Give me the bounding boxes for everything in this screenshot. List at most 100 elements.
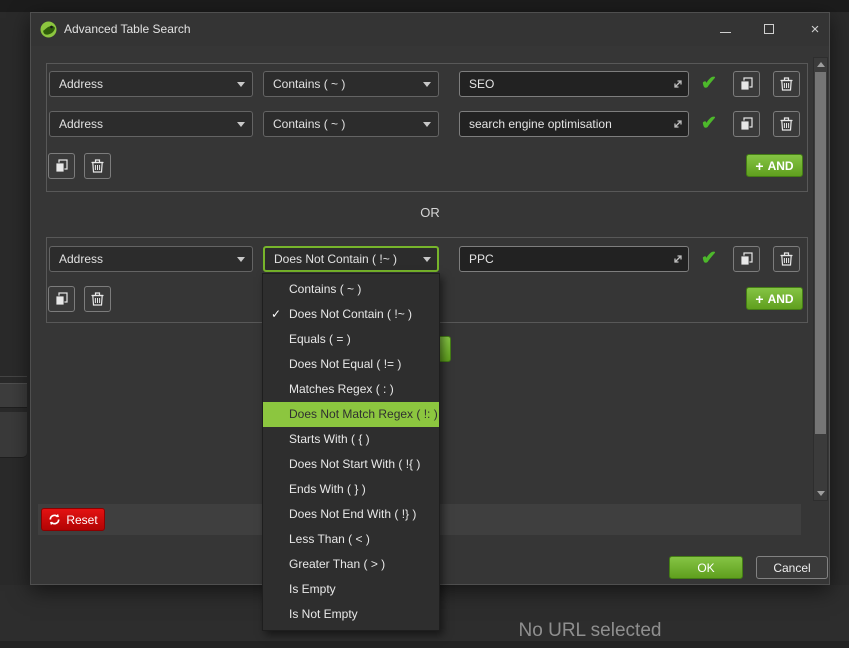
condition-row: Address Does Not Contain ( !~ ) ✔ — [31, 246, 829, 272]
duplicate-row-button[interactable] — [733, 111, 760, 137]
field-dropdown[interactable]: Address — [49, 71, 253, 97]
add-and-button[interactable]: + AND — [746, 287, 803, 310]
menu-item-does-not-equal[interactable]: Does Not Equal ( != ) — [263, 352, 439, 377]
menu-item-greater-than[interactable]: Greater Than ( > ) — [263, 552, 439, 577]
plus-icon: + — [755, 292, 763, 306]
chevron-down-icon — [423, 257, 431, 262]
delete-group-button[interactable] — [84, 153, 111, 179]
maximize-icon — [764, 24, 774, 34]
search-value-input[interactable] — [459, 246, 689, 272]
menu-item-label: Equals ( = ) — [289, 332, 351, 346]
operator-dropdown[interactable]: Contains ( ~ ) — [263, 111, 439, 137]
operator-dropdown[interactable]: Contains ( ~ ) — [263, 71, 439, 97]
close-icon: × — [811, 21, 820, 38]
chevron-down-icon — [423, 122, 431, 127]
menu-item-matches-regex[interactable]: Matches Regex ( : ) — [263, 377, 439, 402]
valid-pattern-check-icon: ✔ — [697, 113, 721, 135]
or-separator-label: OR — [31, 205, 829, 220]
delete-group-button[interactable] — [84, 286, 111, 312]
add-and-label: AND — [768, 159, 794, 173]
background-bottom-edge — [0, 641, 849, 648]
trash-icon — [780, 117, 793, 131]
condition-row: Address Contains ( ~ ) ✔ — [31, 111, 829, 137]
trash-icon — [780, 252, 793, 266]
duplicate-group-button[interactable] — [48, 286, 75, 312]
arrow-up-icon — [817, 62, 825, 67]
background-top-strip — [0, 0, 849, 12]
search-value-field-wrap — [459, 71, 689, 97]
delete-row-button[interactable] — [773, 246, 800, 272]
duplicate-row-button[interactable] — [733, 246, 760, 272]
menu-item-label: Does Not Equal ( != ) — [289, 357, 401, 371]
expand-editor-icon[interactable] — [672, 118, 684, 130]
field-dropdown[interactable]: Address — [49, 111, 253, 137]
app-logo-icon — [40, 21, 57, 38]
search-value-field-wrap — [459, 246, 689, 272]
menu-item-label: Contains ( ~ ) — [289, 282, 361, 296]
menu-item-does-not-contain[interactable]: ✓ Does Not Contain ( !~ ) — [263, 302, 439, 327]
menu-item-starts-with[interactable]: Starts With ( { ) — [263, 427, 439, 452]
background-panel-fragment — [0, 383, 27, 408]
field-dropdown-value: Address — [59, 252, 103, 266]
background-panel-divider — [0, 376, 27, 377]
menu-item-is-not-empty[interactable]: Is Not Empty — [263, 602, 439, 627]
scroll-up-button[interactable] — [814, 58, 827, 71]
reset-refresh-icon — [48, 513, 61, 526]
menu-item-contains[interactable]: Contains ( ~ ) — [263, 277, 439, 302]
dialog-titlebar[interactable]: Advanced Table Search × — [31, 13, 829, 46]
menu-item-does-not-end-with[interactable]: Does Not End With ( !} ) — [263, 502, 439, 527]
duplicate-group-button[interactable] — [48, 153, 75, 179]
operator-dropdown-value: Contains ( ~ ) — [273, 77, 345, 91]
copy-icon — [739, 252, 754, 266]
cancel-button[interactable]: Cancel — [756, 556, 828, 579]
chevron-down-icon — [237, 257, 245, 262]
menu-item-less-than[interactable]: Less Than ( < ) — [263, 527, 439, 552]
group-actions-row: + AND — [31, 153, 829, 179]
delete-row-button[interactable] — [773, 71, 800, 97]
operator-dropdown-open[interactable]: Does Not Contain ( !~ ) — [263, 246, 439, 272]
reset-button[interactable]: Reset — [41, 508, 105, 531]
chevron-down-icon — [237, 82, 245, 87]
valid-pattern-check-icon: ✔ — [697, 248, 721, 270]
menu-item-does-not-start-with[interactable]: Does Not Start With ( !{ ) — [263, 452, 439, 477]
search-value-field-wrap — [459, 111, 689, 137]
scroll-down-button[interactable] — [814, 487, 827, 500]
operator-dropdown-value: Does Not Contain ( !~ ) — [274, 252, 397, 266]
chevron-down-icon — [423, 82, 431, 87]
ok-label: OK — [697, 561, 714, 575]
menu-item-equals[interactable]: Equals ( = ) — [263, 327, 439, 352]
close-button[interactable]: × — [799, 17, 831, 41]
search-value-input[interactable] — [459, 111, 689, 137]
copy-icon — [739, 117, 754, 131]
duplicate-row-button[interactable] — [733, 71, 760, 97]
maximize-button[interactable] — [753, 17, 785, 41]
menu-item-is-empty[interactable]: Is Empty — [263, 577, 439, 602]
field-dropdown-value: Address — [59, 117, 103, 131]
add-and-button[interactable]: + AND — [746, 154, 803, 177]
minimize-button[interactable] — [709, 17, 741, 41]
menu-item-label: Does Not Start With ( !{ ) — [289, 457, 420, 471]
expand-editor-icon[interactable] — [672, 78, 684, 90]
menu-item-label: Does Not Contain ( !~ ) — [289, 307, 412, 321]
menu-item-label: Less Than ( < ) — [289, 532, 370, 546]
scrollbar-thumb[interactable] — [815, 72, 826, 434]
menu-item-ends-with[interactable]: Ends With ( } ) — [263, 477, 439, 502]
expand-editor-icon[interactable] — [672, 253, 684, 265]
menu-item-label: Is Not Empty — [289, 607, 358, 621]
check-icon: ✓ — [271, 302, 281, 327]
vertical-scrollbar[interactable] — [813, 57, 828, 501]
plus-icon: + — [755, 159, 763, 173]
ok-button[interactable]: OK — [669, 556, 743, 579]
condition-row: Address Contains ( ~ ) ✔ — [31, 71, 829, 97]
delete-row-button[interactable] — [773, 111, 800, 137]
add-and-label: AND — [768, 292, 794, 306]
menu-item-label: Does Not Match Regex ( !: ) — [289, 407, 438, 421]
search-value-input[interactable] — [459, 71, 689, 97]
minimize-icon — [720, 32, 731, 33]
reset-label: Reset — [66, 513, 97, 527]
menu-item-label: Is Empty — [289, 582, 336, 596]
menu-item-does-not-match-regex[interactable]: Does Not Match Regex ( !: ) — [263, 402, 439, 427]
field-dropdown[interactable]: Address — [49, 246, 253, 272]
copy-icon — [54, 159, 69, 173]
background-panel-fragment — [0, 412, 27, 458]
